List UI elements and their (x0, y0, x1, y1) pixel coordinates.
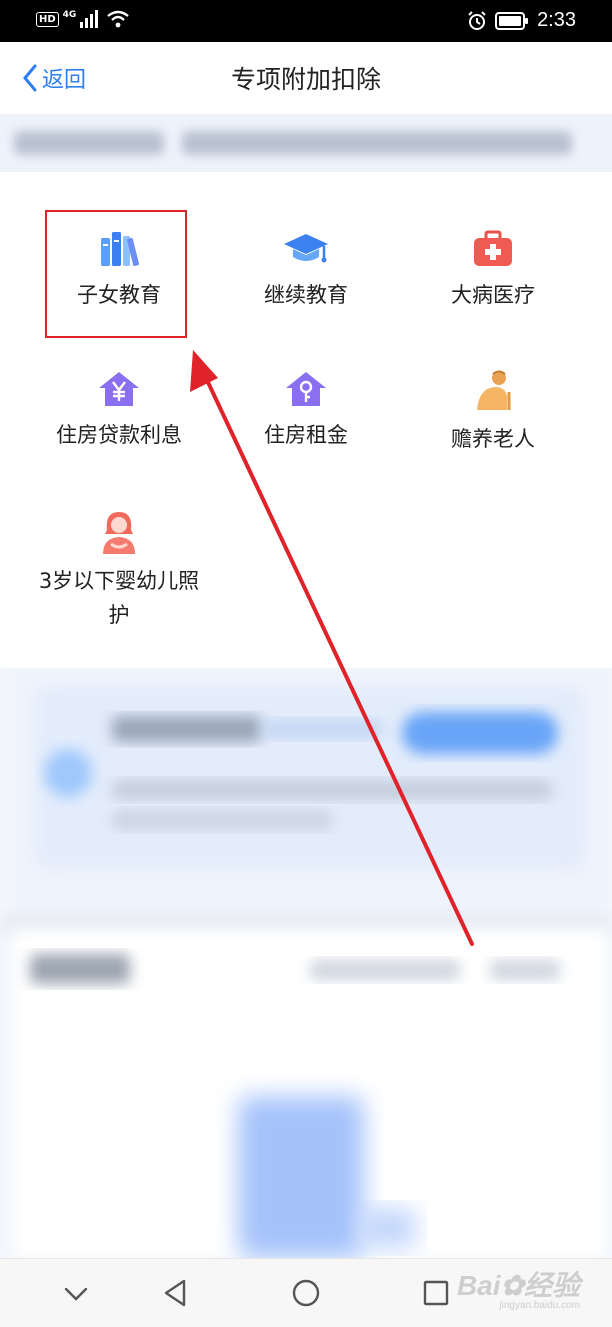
woman-icon (103, 512, 135, 554)
watermark-suffix: 经验 (523, 1270, 580, 1301)
highlight-box (45, 210, 187, 338)
category-serious-illness[interactable]: 大病医疗 (400, 230, 586, 312)
status-bar: HD 4G 2:33 (0, 0, 612, 42)
category-label: 住房贷款利息 (56, 423, 182, 447)
first-aid-kit-icon (474, 230, 512, 266)
network-badge: 4G (62, 10, 77, 20)
watermark-logo: Bai✿经验 jingyan.baidu.com (457, 1264, 580, 1311)
category-infant-care[interactable]: 3岁以下婴幼儿照护 (26, 510, 212, 632)
category-elderly-support[interactable]: 赡养老人 (400, 370, 586, 456)
blurred-notice (0, 114, 612, 172)
home-circle-icon[interactable] (286, 1277, 326, 1309)
elderly-person-icon (477, 370, 511, 410)
nav-header: 返回 专项附加扣除 (0, 42, 612, 115)
blurred-content (0, 668, 612, 1258)
graduation-cap-icon (284, 234, 328, 263)
status-time: 2:33 (537, 9, 576, 31)
house-key-icon (286, 372, 326, 406)
battery-icon (495, 11, 529, 30)
back-triangle-icon[interactable] (156, 1277, 196, 1309)
watermark-brand: Bai (456, 1270, 501, 1301)
category-label: 继续教育 (264, 283, 348, 307)
category-label: 住房租金 (264, 423, 348, 447)
recents-square-icon[interactable] (416, 1277, 456, 1309)
category-label: 赡养老人 (451, 427, 535, 451)
house-yuan-icon (99, 372, 139, 406)
alarm-icon (468, 10, 486, 30)
category-label: 大病医疗 (451, 283, 535, 307)
signal-icon (80, 10, 99, 28)
category-housing-rent[interactable]: 住房租金 (213, 370, 399, 452)
category-continuing-education[interactable]: 继续教育 (213, 230, 399, 312)
page-title: 专项附加扣除 (230, 65, 381, 94)
wifi-icon (107, 10, 130, 28)
watermark-url: jingyan.baidu.com (499, 1300, 580, 1311)
category-housing-loan-interest[interactable]: 住房贷款利息 (26, 370, 212, 452)
category-label: 3岁以下婴幼儿照护 (38, 569, 200, 627)
hd-badge: HD (36, 11, 59, 27)
chevron-down-icon[interactable] (56, 1277, 96, 1309)
paw-icon: ✿ (500, 1270, 524, 1301)
